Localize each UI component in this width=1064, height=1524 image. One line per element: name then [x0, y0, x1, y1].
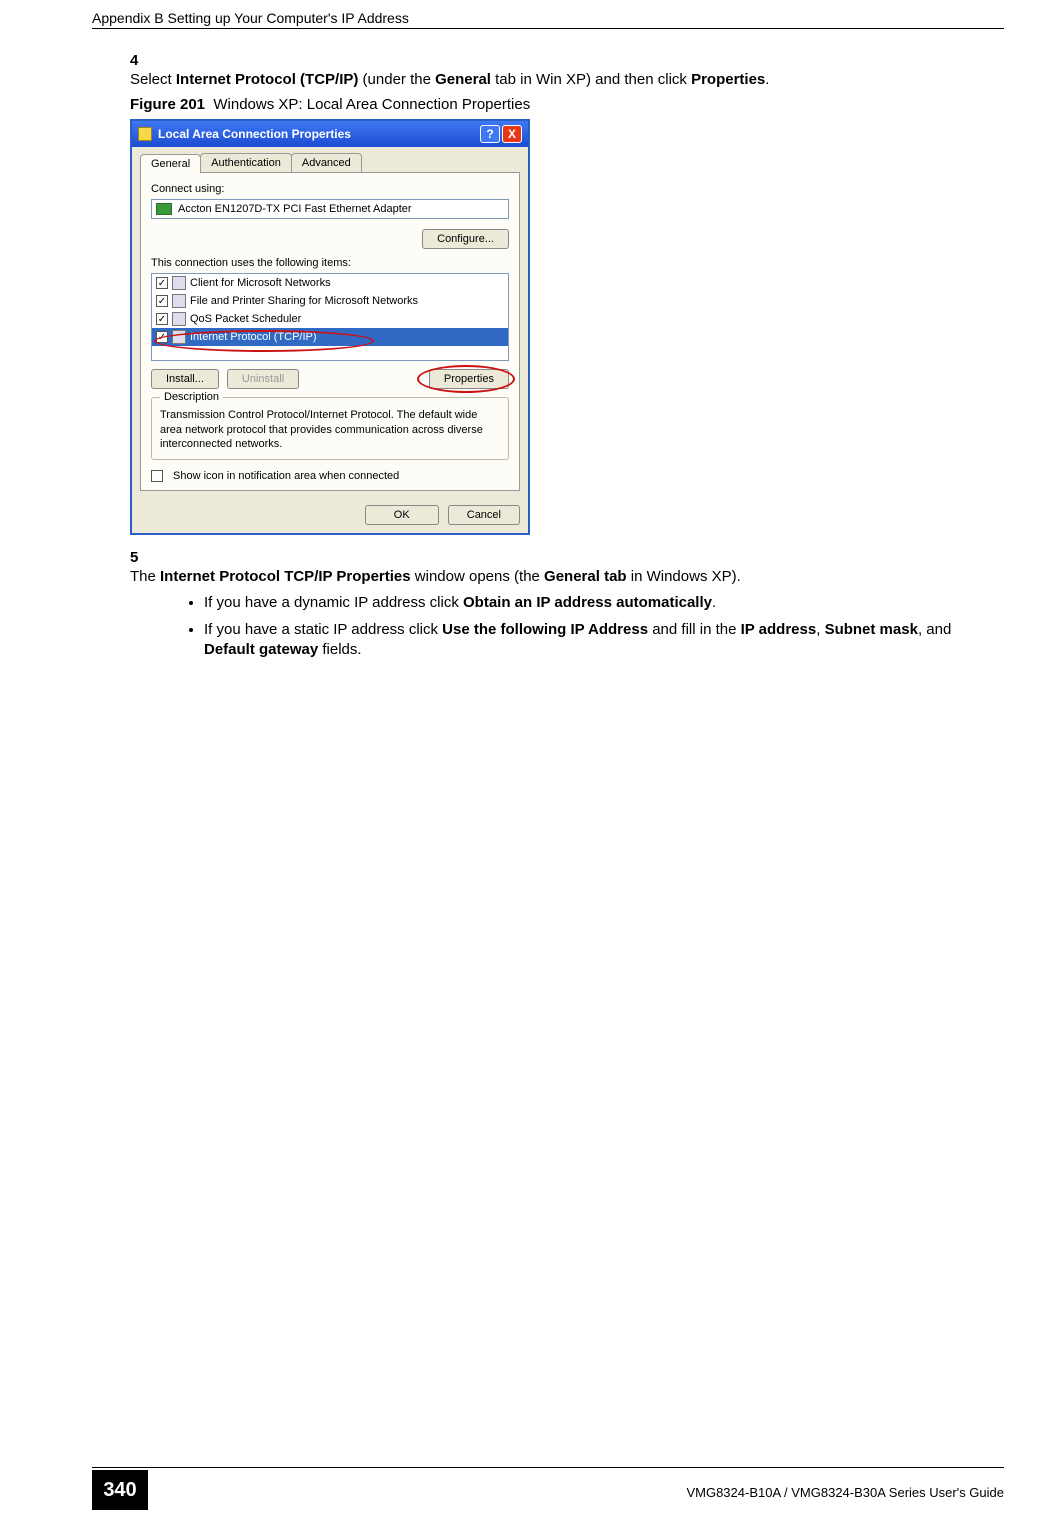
step-text: The Internet Protocol TCP/IP Properties …	[130, 567, 972, 587]
step-text: Select Internet Protocol (TCP/IP) (under…	[130, 70, 972, 90]
component-buttons: Install... Uninstall Properties	[151, 369, 509, 389]
checkbox-icon[interactable]: ✓	[156, 331, 168, 343]
component-icon	[172, 276, 186, 290]
header-rule	[92, 28, 1004, 29]
uninstall-button: Uninstall	[227, 369, 299, 389]
checkbox-icon[interactable]	[151, 470, 163, 482]
bullet-item: If you have a dynamic IP address click O…	[204, 593, 1004, 613]
footer-rule	[92, 1467, 1004, 1468]
items-label: This connection uses the following items…	[151, 257, 509, 269]
close-icon[interactable]: X	[502, 125, 522, 143]
list-item[interactable]: ✓ QoS Packet Scheduler	[152, 310, 508, 328]
checkbox-icon[interactable]: ✓	[156, 313, 168, 325]
list-item-label: Client for Microsoft Networks	[190, 277, 331, 289]
component-icon	[172, 312, 186, 326]
footer-guide: VMG8324-B10A / VMG8324-B30A Series User'…	[686, 1485, 1004, 1500]
show-icon-row[interactable]: Show icon in notification area when conn…	[151, 470, 509, 482]
properties-button[interactable]: Properties	[429, 369, 509, 389]
description-text: Transmission Control Protocol/Internet P…	[160, 409, 483, 450]
step-number: 5	[130, 549, 158, 566]
dialog-title: Local Area Connection Properties	[158, 127, 351, 141]
show-icon-label: Show icon in notification area when conn…	[173, 470, 399, 482]
checkbox-icon[interactable]: ✓	[156, 295, 168, 307]
install-button[interactable]: Install...	[151, 369, 219, 389]
tab-authentication[interactable]: Authentication	[200, 153, 292, 172]
list-item-label: Internet Protocol (TCP/IP)	[190, 331, 317, 343]
connect-using-label: Connect using:	[151, 183, 509, 195]
step-4: 4 Select Internet Protocol (TCP/IP) (und…	[130, 52, 1004, 90]
list-item-selected[interactable]: ✓ Internet Protocol (TCP/IP)	[152, 328, 508, 346]
lan-properties-dialog: Local Area Connection Properties ? X Gen…	[130, 119, 530, 535]
component-icon	[172, 330, 186, 344]
list-item[interactable]: ✓ Client for Microsoft Networks	[152, 274, 508, 292]
ok-button[interactable]: OK	[365, 505, 439, 525]
dialog-footer: OK Cancel	[132, 499, 528, 533]
component-icon	[172, 294, 186, 308]
adapter-name: Accton EN1207D-TX PCI Fast Ethernet Adap…	[178, 203, 412, 215]
nic-icon	[156, 203, 172, 215]
configure-button[interactable]: Configure...	[422, 229, 509, 249]
list-item-label: File and Printer Sharing for Microsoft N…	[190, 295, 418, 307]
description-legend: Description	[160, 390, 223, 404]
bullet-list: If you have a dynamic IP address click O…	[186, 593, 1004, 660]
list-item[interactable]: ✓ File and Printer Sharing for Microsoft…	[152, 292, 508, 310]
tab-general[interactable]: General	[140, 154, 201, 173]
description-group: Description Transmission Control Protoco…	[151, 397, 509, 460]
running-header: Appendix B Setting up Your Computer's IP…	[92, 10, 409, 26]
figure-caption: Figure 201 Windows XP: Local Area Connec…	[130, 96, 1004, 113]
bullet-item: If you have a static IP address click Us…	[204, 620, 1004, 661]
help-icon[interactable]: ?	[480, 125, 500, 143]
window-icon	[138, 127, 152, 141]
checkbox-icon[interactable]: ✓	[156, 277, 168, 289]
dialog-tabs: General Authentication Advanced	[140, 153, 528, 172]
tab-advanced[interactable]: Advanced	[291, 153, 362, 172]
list-item-label: QoS Packet Scheduler	[190, 313, 301, 325]
page-number: 340	[92, 1470, 148, 1510]
dialog-titlebar: Local Area Connection Properties ? X	[132, 121, 528, 147]
components-listbox[interactable]: ✓ Client for Microsoft Networks ✓ File a…	[151, 273, 509, 361]
step-5: 5 The Internet Protocol TCP/IP Propertie…	[130, 549, 1004, 587]
adapter-field: Accton EN1207D-TX PCI Fast Ethernet Adap…	[151, 199, 509, 219]
cancel-button[interactable]: Cancel	[448, 505, 520, 525]
step-number: 4	[130, 52, 158, 69]
dialog-panel: Connect using: Accton EN1207D-TX PCI Fas…	[140, 172, 520, 491]
